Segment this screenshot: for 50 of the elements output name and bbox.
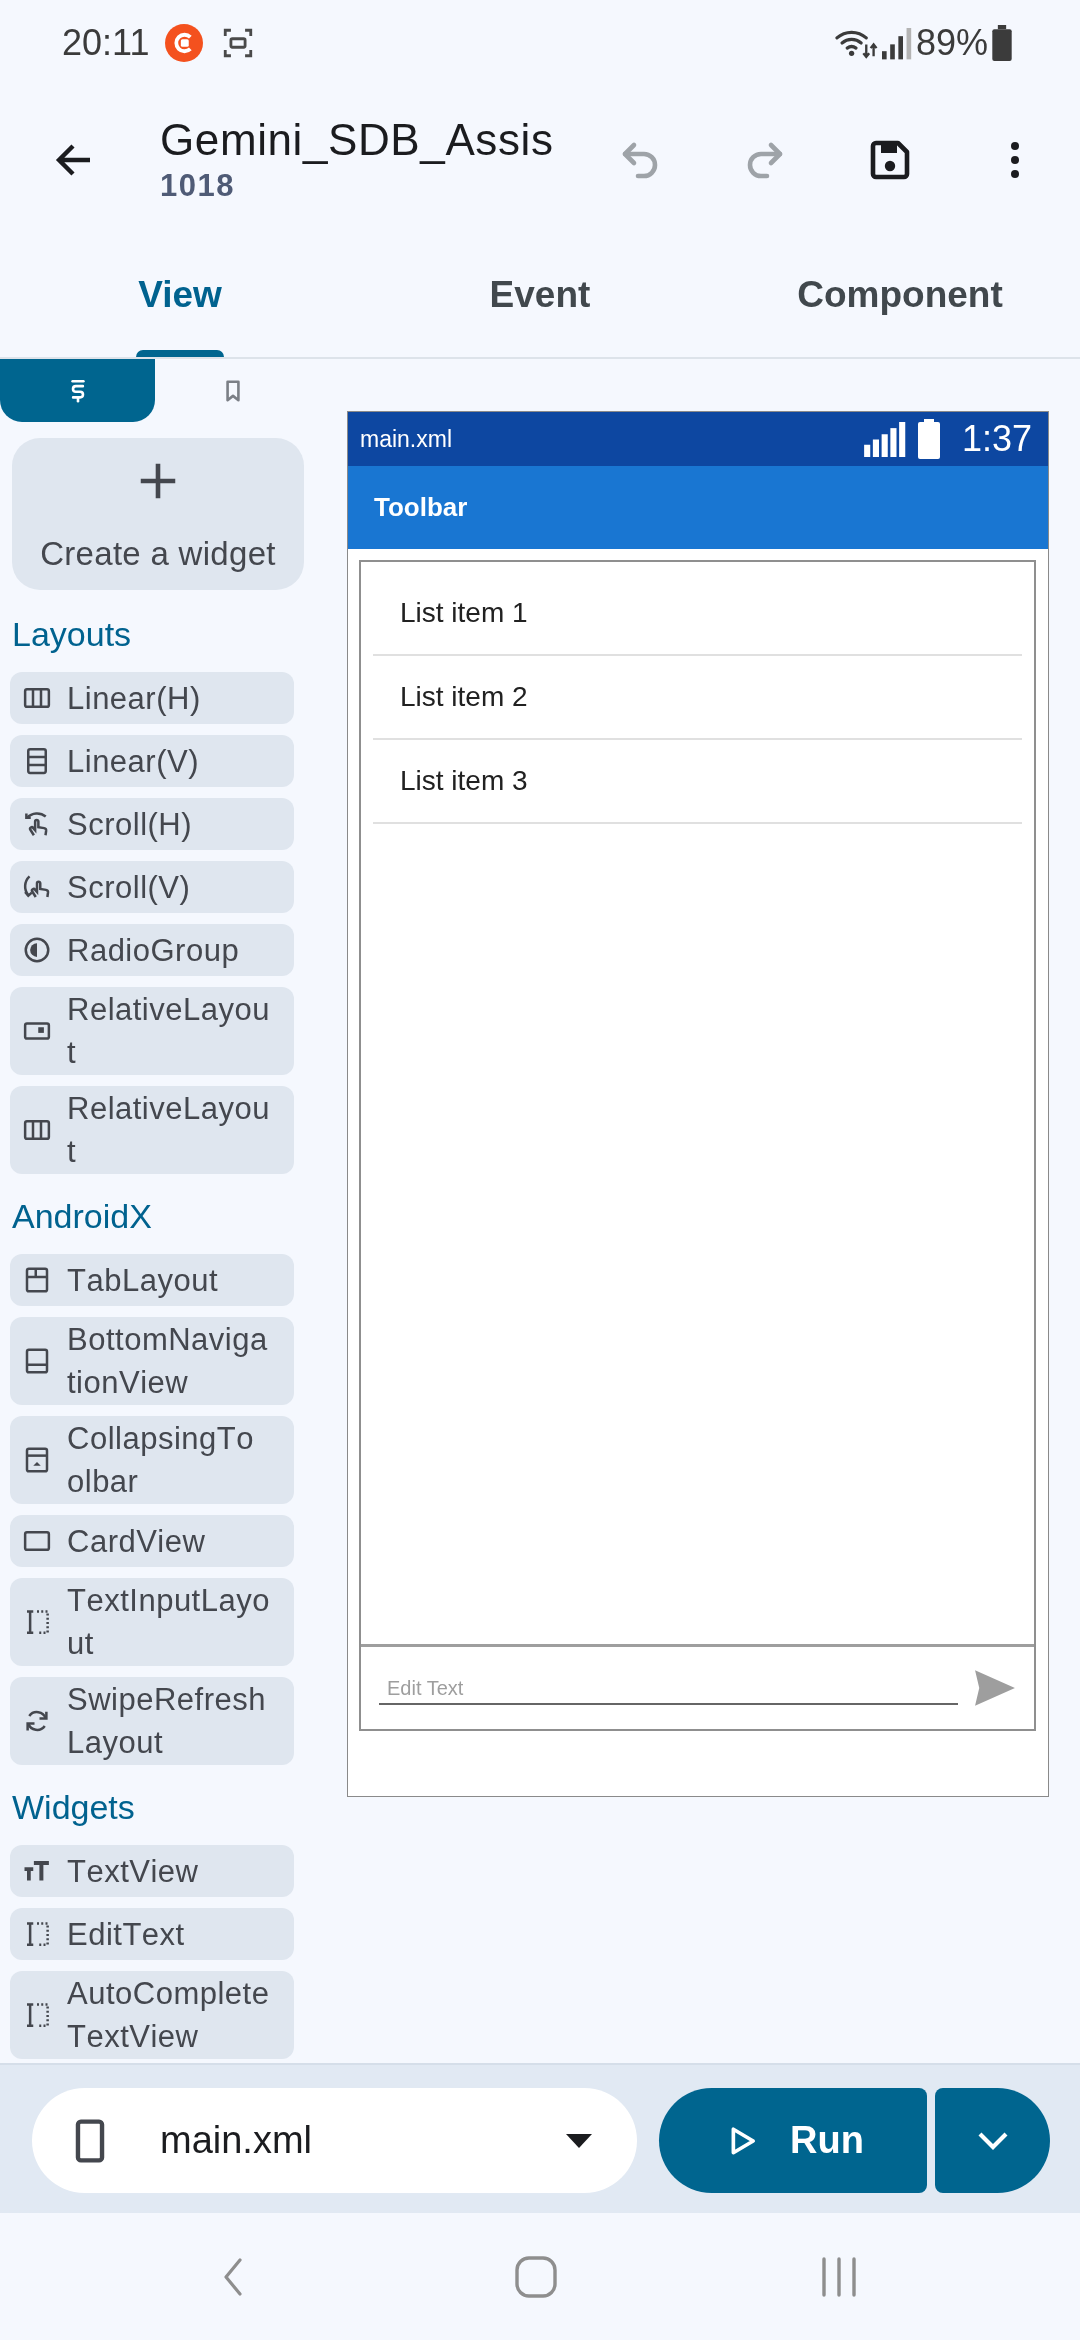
widget-item[interactable]: RadioGroup xyxy=(10,924,294,976)
section-heading: Widgets xyxy=(12,1787,136,1827)
list-item: List item 3 xyxy=(373,740,1022,824)
app-title: Gemini_SDB_Assis xyxy=(160,114,554,166)
preview-file-name: main.xml xyxy=(360,424,452,454)
section-heading: AndroidX xyxy=(12,1196,153,1236)
widget-item[interactable]: Linear(V) xyxy=(10,735,294,787)
widget-item[interactable]: TabLayout xyxy=(10,1254,294,1306)
signal-icon xyxy=(881,25,912,60)
battery-icon xyxy=(917,419,940,459)
widget-item[interactable]: TextInputLayout xyxy=(10,1578,294,1666)
palette-tab[interactable] xyxy=(0,359,155,422)
widget-item[interactable]: BottomNavigationView xyxy=(10,1317,294,1405)
widget-item[interactable]: RelativeLayout xyxy=(10,1086,294,1174)
caret-down-icon xyxy=(566,2133,592,2148)
recording-icon xyxy=(165,23,204,62)
widget-item[interactable]: Scroll(V) xyxy=(10,861,294,913)
signal-icon xyxy=(863,421,908,457)
tab[interactable]: View xyxy=(0,235,360,357)
widget-item[interactable]: CollapsingToolbar xyxy=(10,1416,294,1504)
list-item: List item 1 xyxy=(373,572,1022,656)
widget-item[interactable]: Linear(H) xyxy=(10,672,294,724)
section-heading: Layouts xyxy=(12,614,133,654)
widget-item[interactable]: CardView xyxy=(10,1515,294,1567)
battery-percent: 89% xyxy=(915,21,988,64)
send-icon[interactable] xyxy=(974,1669,1016,1707)
chevron-down-icon xyxy=(976,2130,1009,2151)
tab[interactable]: Component xyxy=(720,235,1080,357)
widget-item[interactable]: RelativeLayout xyxy=(10,987,294,1075)
widget-item[interactable]: TextView xyxy=(10,1845,294,1897)
file-dropdown[interactable]: main.xml xyxy=(32,2088,637,2193)
play-icon xyxy=(730,2125,757,2156)
project-subtitle: 1018 xyxy=(160,167,236,205)
list-item: List item 2 xyxy=(373,656,1022,740)
half-circle-icon xyxy=(22,935,52,965)
battery-icon xyxy=(992,24,1012,61)
phone-icon xyxy=(75,2118,105,2163)
run-button[interactable]: Run xyxy=(659,2088,927,2193)
create-widget-button[interactable]: Create a widget xyxy=(12,438,304,590)
tab[interactable]: Event xyxy=(360,235,720,357)
toolbar-title: Toolbar xyxy=(374,491,468,524)
widget-item[interactable]: AutoCompleteTextView xyxy=(10,1971,294,2059)
home-icon[interactable] xyxy=(514,2255,557,2298)
run-options-button[interactable] xyxy=(935,2088,1050,2193)
widget-item[interactable]: EditText xyxy=(10,1908,294,1960)
widget-item[interactable]: SwipeRefreshLayout xyxy=(10,1677,294,1765)
edit-text-field[interactable]: Edit Text xyxy=(379,1671,958,1705)
preview-clock: 1:37 xyxy=(961,417,1032,461)
status-time: 20:11 xyxy=(62,21,150,64)
widget-item[interactable]: Scroll(H) xyxy=(10,798,294,850)
